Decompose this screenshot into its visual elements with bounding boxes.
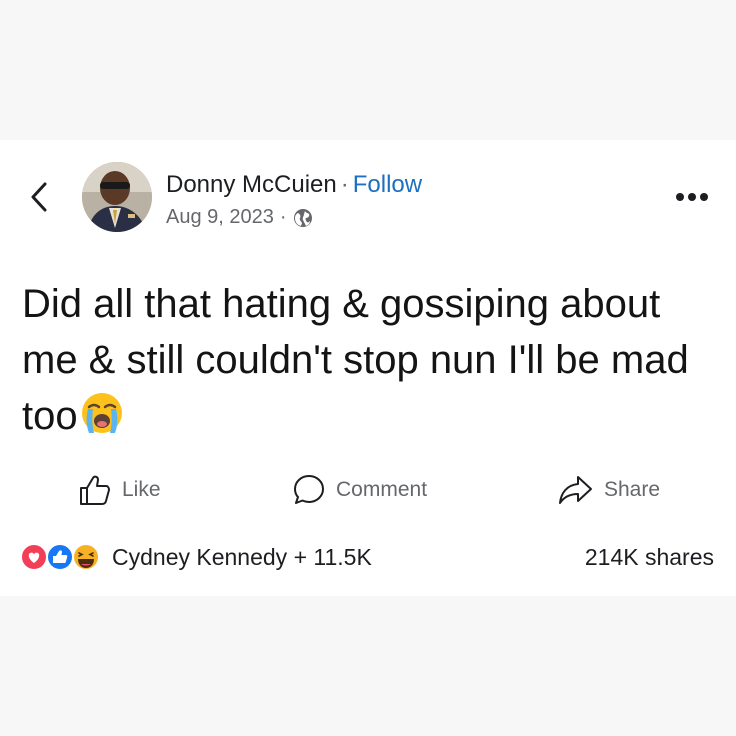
love-reaction-icon — [20, 543, 48, 571]
title-separator: · — [340, 171, 349, 198]
like-label: Like — [122, 478, 161, 501]
post-header-title: Donny McCuien · Follow — [166, 170, 422, 200]
share-label: Share — [604, 478, 661, 501]
comment-icon — [294, 475, 324, 504]
haha-reaction-icon — [72, 543, 100, 571]
more-options-button[interactable] — [674, 190, 710, 204]
loudly-crying-face-emoji — [81, 393, 122, 433]
action-bar: Like Comment Share — [0, 470, 736, 510]
like-reaction-icon — [46, 543, 74, 571]
follow-button[interactable]: Follow — [353, 171, 422, 198]
engagement-footer: Cydney Kennedy + 11.5K 214K shares — [0, 540, 736, 574]
post-meta: Aug 9, 2023 · — [166, 204, 313, 230]
share-button[interactable]: Share — [558, 470, 660, 510]
profile-photo — [82, 162, 152, 232]
post-text: Did all that hating & gossiping about me… — [22, 276, 712, 444]
chevron-left-icon — [31, 182, 47, 212]
thumbs-up-icon — [80, 475, 110, 505]
reaction-icons[interactable] — [20, 542, 108, 572]
globe-icon — [293, 208, 312, 227]
reactors-text[interactable]: Cydney Kennedy + 11.5K — [112, 540, 372, 574]
share-icon — [559, 476, 592, 504]
like-button[interactable]: Like — [78, 470, 161, 510]
comment-label: Comment — [336, 478, 428, 501]
post-date[interactable]: Aug 9, 2023 — [166, 204, 274, 230]
post-card: Donny McCuien · Follow Aug 9, 2023 · Did a… — [0, 140, 736, 596]
avatar[interactable] — [82, 162, 152, 232]
back-button[interactable] — [26, 180, 52, 214]
meta-separator: · — [279, 206, 287, 228]
ellipsis-icon — [676, 193, 708, 201]
comment-button[interactable]: Comment — [292, 470, 427, 510]
author-name[interactable]: Donny McCuien — [166, 171, 337, 198]
shares-count[interactable]: 214K shares — [585, 540, 714, 574]
